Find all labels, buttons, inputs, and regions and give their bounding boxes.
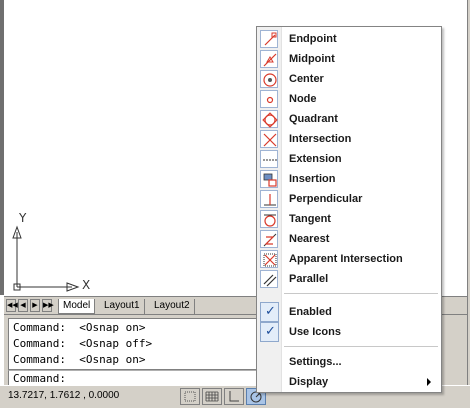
endpoint-snap-icon bbox=[260, 30, 278, 48]
midpoint-snap-icon bbox=[260, 50, 278, 68]
quadrant-snap-icon bbox=[260, 110, 278, 128]
apparent-intersection-snap-icon bbox=[260, 250, 278, 268]
snap-mode-button[interactable] bbox=[180, 388, 200, 405]
ucs-icon: Y X bbox=[4, 0, 104, 296]
insertion-snap-icon bbox=[260, 170, 278, 188]
perpendicular-snap-icon bbox=[260, 190, 278, 208]
previous-tab-button[interactable]: ◀ bbox=[18, 299, 28, 312]
osnap-context-menu: Endpoint Midpoint Center Node Quadrant I… bbox=[256, 26, 442, 393]
menu-item-settings[interactable]: Settings... bbox=[257, 352, 441, 372]
nearest-snap-icon bbox=[260, 230, 278, 248]
ortho-mode-button[interactable] bbox=[224, 388, 244, 405]
menu-item-label: Tangent bbox=[289, 213, 331, 225]
coordinate-display[interactable]: 13.7217, 1.7612 , 0.0000 bbox=[8, 390, 119, 401]
node-snap-icon bbox=[260, 90, 278, 108]
ucs-y-label: Y bbox=[19, 211, 27, 225]
ucs-x-label: X bbox=[82, 278, 91, 292]
menu-item-apparent-intersection[interactable]: Apparent Intersection bbox=[257, 249, 441, 269]
command-history-line: Command: <Osnap on> bbox=[13, 353, 146, 366]
menu-separator bbox=[284, 293, 438, 294]
extension-snap-icon bbox=[260, 150, 278, 168]
menu-item-label: Insertion bbox=[289, 173, 336, 185]
checkmark-icon: ✓ bbox=[260, 322, 279, 342]
command-prompt-label: Command: bbox=[13, 372, 66, 385]
menu-item-label: Node bbox=[289, 93, 317, 105]
menu-item-midpoint[interactable]: Midpoint bbox=[257, 49, 441, 69]
tangent-snap-icon bbox=[260, 210, 278, 228]
menu-item-label: Settings... bbox=[289, 356, 342, 368]
menu-item-insertion[interactable]: Insertion bbox=[257, 169, 441, 189]
menu-item-display[interactable]: Display bbox=[257, 372, 441, 392]
menu-item-node[interactable]: Node bbox=[257, 89, 441, 109]
grid-display-button[interactable] bbox=[202, 388, 222, 405]
menu-item-center[interactable]: Center bbox=[257, 69, 441, 89]
menu-item-quadrant[interactable]: Quadrant bbox=[257, 109, 441, 129]
intersection-snap-icon bbox=[260, 130, 278, 148]
menu-item-label: Parallel bbox=[289, 273, 329, 285]
menu-item-label: Perpendicular bbox=[289, 193, 363, 205]
center-snap-icon bbox=[260, 70, 278, 88]
menu-item-label: Display bbox=[289, 376, 329, 388]
tab-layout1[interactable]: Layout1 bbox=[100, 299, 145, 314]
command-history-line: Command: <Osnap off> bbox=[13, 337, 153, 350]
menu-item-label: Center bbox=[289, 73, 324, 85]
menu-item-tangent[interactable]: Tangent bbox=[257, 209, 441, 229]
command-history-line: Command: <Osnap on> bbox=[13, 321, 146, 334]
menu-item-perpendicular[interactable]: Perpendicular bbox=[257, 189, 441, 209]
menu-item-label: Apparent Intersection bbox=[289, 253, 403, 265]
menu-item-label: Endpoint bbox=[289, 33, 337, 45]
tab-model[interactable]: Model bbox=[58, 299, 96, 314]
menu-item-intersection[interactable]: Intersection bbox=[257, 129, 441, 149]
tab-layout2[interactable]: Layout2 bbox=[150, 299, 195, 314]
menu-item-use-icons[interactable]: ✓ Use Icons bbox=[257, 322, 441, 342]
menu-item-extension[interactable]: Extension bbox=[257, 149, 441, 169]
last-tab-button[interactable]: ▶▶ bbox=[42, 299, 54, 312]
menu-item-label: Extension bbox=[289, 153, 342, 165]
parallel-snap-icon bbox=[260, 270, 278, 288]
menu-item-endpoint[interactable]: Endpoint bbox=[257, 29, 441, 49]
menu-item-label: Midpoint bbox=[289, 53, 335, 65]
menu-separator bbox=[284, 346, 438, 347]
menu-item-parallel[interactable]: Parallel bbox=[257, 269, 441, 289]
checkmark-icon: ✓ bbox=[260, 302, 279, 322]
menu-item-nearest[interactable]: Nearest bbox=[257, 229, 441, 249]
next-tab-button[interactable]: ▶ bbox=[30, 299, 40, 312]
menu-item-label: Enabled bbox=[289, 306, 332, 318]
menu-item-label: Quadrant bbox=[289, 113, 338, 125]
first-tab-button[interactable]: ◀◀ bbox=[6, 299, 18, 312]
menu-item-label: Use Icons bbox=[289, 326, 341, 338]
submenu-arrow-icon bbox=[427, 378, 431, 386]
menu-item-label: Intersection bbox=[289, 133, 352, 145]
menu-item-label: Nearest bbox=[289, 233, 330, 245]
menu-item-enabled[interactable]: ✓ Enabled bbox=[257, 302, 441, 322]
